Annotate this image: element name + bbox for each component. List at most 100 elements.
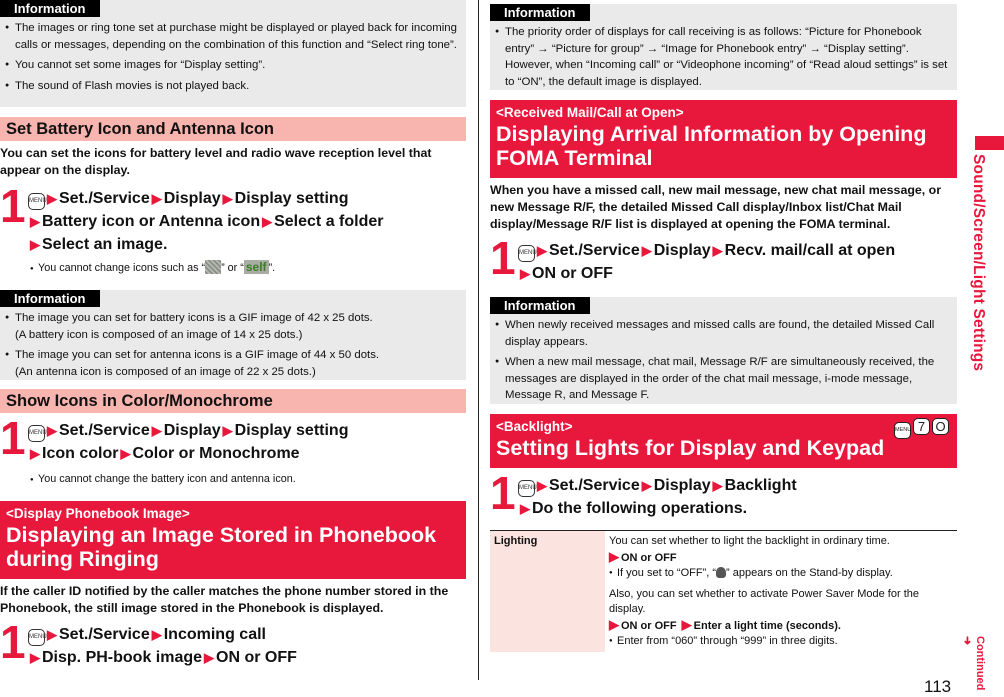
information-box: Information The priority order of displa… xyxy=(490,4,957,90)
information-tag: Information xyxy=(0,290,100,307)
menu-path-item: ON or OFF xyxy=(216,649,297,666)
chapter-tab-marker xyxy=(975,136,1004,150)
arrow-icon: ▶ xyxy=(30,446,40,461)
left-column: Information The images or ring tone set … xyxy=(0,0,466,669)
shortcut-keys: MENU 7 O xyxy=(892,418,949,439)
step-number: 1 xyxy=(490,467,516,519)
menu-key-icon: MENU xyxy=(518,245,537,262)
menu-path-item: Display setting xyxy=(234,422,349,439)
step: 1 MENU▶ Set./Service ▶ Incoming call ▶ Disp.… xyxy=(0,619,466,669)
step-number: 1 xyxy=(0,412,26,464)
step: 1 MENU▶ Set./Service ▶ Display ▶ Backlight ▶ D… xyxy=(490,470,957,520)
step: 1 MENU▶ Set./Service ▶ Display ▶ Recv. mail/c… xyxy=(490,235,957,285)
menu-key-icon: MENU xyxy=(28,425,47,442)
arrow-icon: ▶ xyxy=(151,627,162,642)
arrow-icon: ▶ xyxy=(222,423,233,438)
menu-path-item: ON or OFF xyxy=(532,265,613,282)
column-divider xyxy=(478,0,479,680)
arrow-icon: ▶ xyxy=(537,243,547,258)
arrow-icon: ▶ xyxy=(204,650,215,665)
info-bullet: The sound of Flash movies is not played … xyxy=(5,78,458,95)
menu-path-item: Select a folder xyxy=(274,213,384,230)
menu-path-item: Color or Monochrome xyxy=(132,445,300,462)
arrow-icon: ▶ xyxy=(151,191,162,206)
section-subtitle: <Backlight> xyxy=(496,419,573,434)
info-bullet: The priority order of displays for call … xyxy=(495,24,949,90)
info-bullet: You cannot set some images for “Display … xyxy=(5,57,458,74)
arrow-icon: ▶ xyxy=(537,478,547,493)
arrow-icon: ▶ xyxy=(712,243,723,258)
information-tag: Information xyxy=(0,0,100,17)
step: 1 MENU▶ Set./Service ▶ Display ▶ Display sett… xyxy=(0,415,466,465)
arrow-icon: ▶ xyxy=(609,617,619,632)
key-0-icon: O xyxy=(932,418,949,435)
menu-path-item: Select an image. xyxy=(42,236,168,253)
backlight-off-icon xyxy=(716,567,727,578)
menu-path-item: Disp. PH-book image xyxy=(42,649,203,666)
menu-path-item: Set./Service xyxy=(59,422,150,439)
setting-label: Lighting xyxy=(490,530,605,652)
right-column: Information The priority order of displa… xyxy=(490,0,957,652)
section-lead: When you have a missed call, new mail me… xyxy=(490,183,942,231)
info-bullet: The images or ring tone set at purchase … xyxy=(5,20,458,53)
info-bullet: The image you can set for antenna icons … xyxy=(5,347,458,380)
arrow-icon: ▶ xyxy=(30,214,40,229)
section-title: Displaying an Image Stored in Phonebook d… xyxy=(6,523,437,571)
key-7-icon: 7 xyxy=(913,418,930,435)
info-bullet: The image you can set for battery icons … xyxy=(5,310,458,343)
section-lead: If the caller ID notified by the caller … xyxy=(0,584,449,615)
self-mode-icon: self xyxy=(243,260,269,274)
arrow-icon: ▶ xyxy=(641,478,652,493)
section-subtitle: <Received Mail/Call at Open> xyxy=(496,105,684,120)
information-box: Information When newly received messages… xyxy=(490,297,957,404)
info-bullet: When newly received messages and missed … xyxy=(495,317,949,350)
step-note: You cannot change the battery icon and a… xyxy=(0,471,466,488)
chapter-label: Sound/Screen/Light Settings xyxy=(970,154,987,372)
menu-path-item: Set./Service xyxy=(549,242,640,259)
arrow-icon: ▶ xyxy=(609,549,619,564)
arrow-icon: ▶ xyxy=(47,627,57,642)
info-bullet: When a new mail message, chat mail, Mess… xyxy=(495,354,949,404)
step-number: 1 xyxy=(0,616,26,668)
menu-path-item: Display xyxy=(653,477,711,494)
menu-key-icon: MENU xyxy=(28,629,47,646)
information-tag: Information xyxy=(490,4,590,21)
menu-path-item: Icon color xyxy=(42,445,119,462)
page-number: 113 xyxy=(924,677,952,696)
arrow-icon: ▶ xyxy=(222,191,233,206)
information-tag: Information xyxy=(490,297,590,314)
settings-table: Lighting You can set whether to light th… xyxy=(490,530,957,652)
step: 1 MENU▶ Set./Service ▶ Display ▶ Display sett… xyxy=(0,183,466,256)
arrow-icon: ▶ xyxy=(30,650,40,665)
arrow-icon: ▶ xyxy=(712,478,723,493)
menu-path-item: Backlight xyxy=(724,477,797,494)
arrow-icon: ▶ xyxy=(151,423,162,438)
arrow-icon: ▶ xyxy=(30,237,40,252)
arrow-icon: ▶ xyxy=(120,446,131,461)
step-note: You cannot change icons such as “” or “s… xyxy=(0,260,466,277)
information-box: Information The images or ring tone set … xyxy=(0,0,466,107)
section-title-block: <Backlight> Setting Lights for Display a… xyxy=(490,414,957,468)
arrow-icon: ▶ xyxy=(681,617,692,632)
continued-indicator: Continued➜ xyxy=(961,636,986,691)
menu-path-item: Recv. mail/call at open xyxy=(724,242,896,259)
section-title: Setting Lights for Display and Keypad xyxy=(496,436,885,460)
battery-image-icon xyxy=(205,260,222,274)
continued-arrow-icon: ➜ xyxy=(961,636,973,646)
menu-path-item: Set./Service xyxy=(549,477,640,494)
setting-description: You can set whether to light the backlig… xyxy=(605,531,957,653)
section-subtitle: <Display Phonebook Image> xyxy=(6,506,190,521)
menu-path-item: Display xyxy=(163,190,221,207)
menu-key-icon: MENU xyxy=(518,480,537,497)
information-box: Information The image you can set for ba… xyxy=(0,290,466,380)
menu-path-item: Battery icon or Antenna icon xyxy=(42,213,261,230)
menu-path-item: Display setting xyxy=(234,190,349,207)
menu-path-item: Do the following operations. xyxy=(532,500,748,517)
section-lead: You can set the icons for battery level … xyxy=(0,146,432,177)
menu-key-icon: MENU xyxy=(894,422,911,439)
step-number: 1 xyxy=(490,232,516,284)
menu-path-item: Set./Service xyxy=(59,626,150,643)
menu-path-item: Incoming call xyxy=(163,626,266,643)
table-row: Lighting You can set whether to light th… xyxy=(490,530,957,653)
step-number: 1 xyxy=(0,180,26,232)
